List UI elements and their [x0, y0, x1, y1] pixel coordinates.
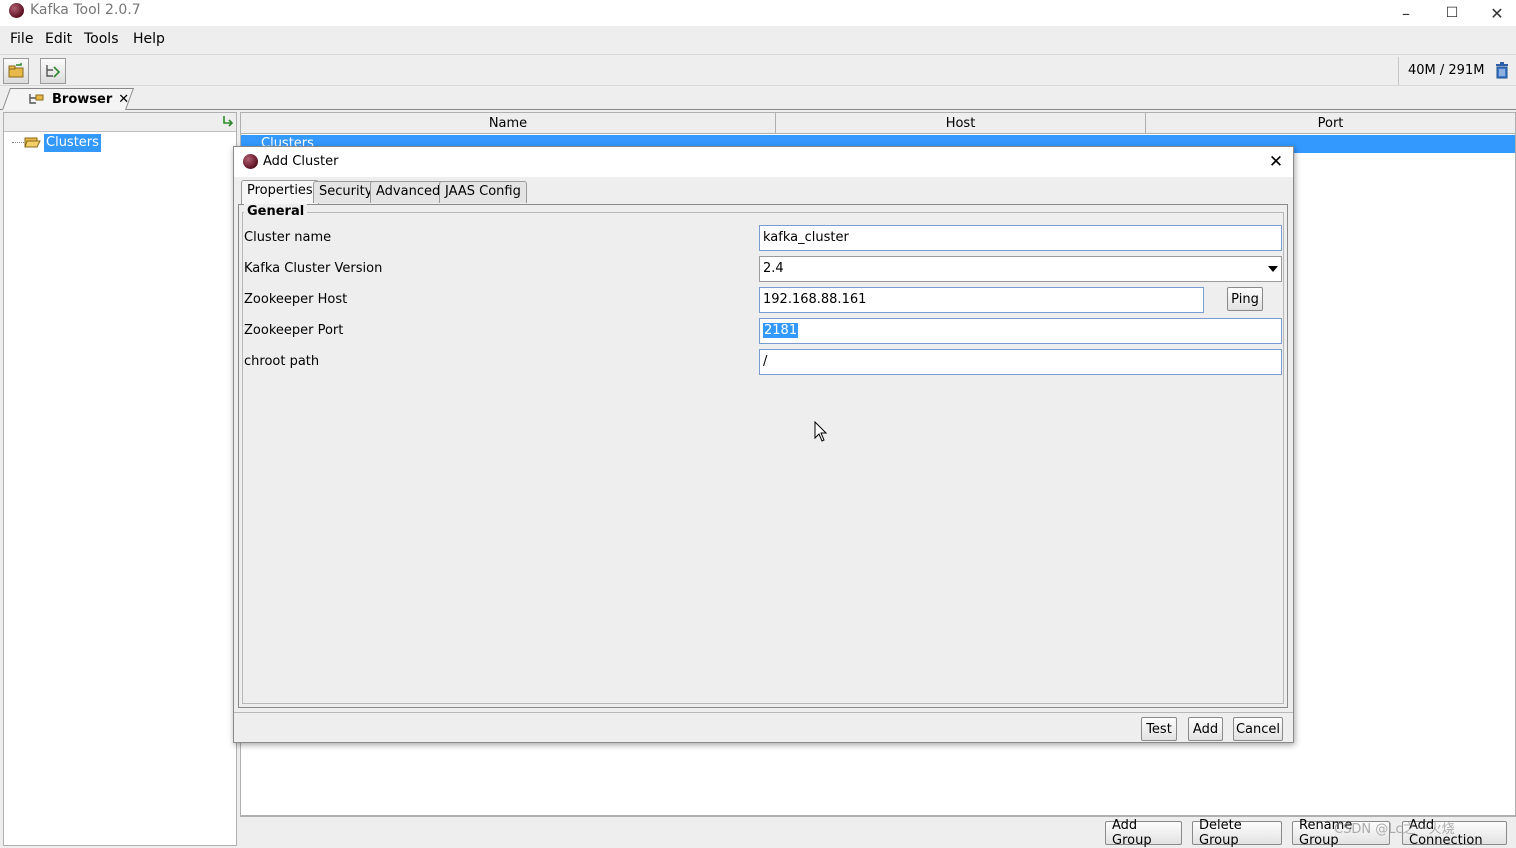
window-title: Kafka Tool 2.0.7	[30, 2, 141, 18]
tab-properties[interactable]: Properties	[241, 180, 319, 204]
document-tabstrip	[0, 86, 1516, 110]
dialog-title-bar: Add Cluster ✕	[234, 147, 1293, 177]
chroot-path-label: chroot path	[244, 354, 320, 369]
dialog-close-button[interactable]: ✕	[1264, 151, 1288, 173]
zookeeper-port-input[interactable]: 2181	[759, 318, 1282, 344]
zookeeper-port-value: 2181	[763, 323, 799, 338]
menu-help[interactable]: Help	[133, 31, 165, 47]
test-button[interactable]: Test	[1141, 717, 1177, 741]
general-group	[242, 212, 1284, 704]
connect-button[interactable]	[3, 58, 29, 84]
dialog-app-icon	[243, 154, 258, 169]
tree-icon	[46, 65, 61, 78]
mouse-cursor-icon	[814, 421, 828, 442]
tree-refresh-button[interactable]	[40, 58, 66, 84]
toolbar: 40M / 291M	[0, 54, 1516, 86]
chevron-down-icon	[1268, 266, 1278, 272]
tab-close-icon[interactable]: ✕	[118, 92, 129, 107]
tree-connector	[12, 142, 24, 143]
general-section-title: General	[244, 204, 308, 219]
add-button[interactable]: Add	[1188, 717, 1223, 741]
kafka-version-select[interactable]: 2.4	[759, 256, 1282, 282]
zookeeper-host-input[interactable]: 192.168.88.161	[759, 287, 1204, 313]
bottom-action-bar: Add Group Delete Group Rename Group Add …	[240, 816, 1516, 848]
ping-button[interactable]: Ping	[1227, 287, 1263, 311]
add-cluster-dialog: Add Cluster ✕ Properties Security Advanc…	[233, 146, 1294, 743]
watermark: CSDN @Lc之一火烧	[1334, 822, 1455, 837]
tree-node-clusters[interactable]: Clusters	[44, 134, 101, 152]
cluster-name-label: Cluster name	[244, 230, 332, 245]
memory-usage: 40M / 291M	[1408, 63, 1485, 78]
tab-browser[interactable]: Browser ✕	[28, 89, 129, 109]
title-bar: Kafka Tool 2.0.7 – ☐ ✕	[0, 0, 1516, 26]
garbage-collect-icon[interactable]	[1495, 62, 1509, 79]
tree-header	[4, 113, 236, 132]
column-header-host[interactable]: Host	[776, 113, 1146, 134]
dialog-title: Add Cluster	[263, 154, 339, 169]
menu-bar: File Edit Tools Help	[0, 26, 1516, 54]
dialog-footer: Test Add Cancel	[234, 712, 1293, 742]
chroot-path-input[interactable]: /	[759, 349, 1282, 375]
minimize-button[interactable]: –	[1383, 0, 1429, 26]
connect-folder-icon	[8, 63, 24, 78]
menu-file[interactable]: File	[10, 31, 33, 47]
kafka-version-value: 2.4	[763, 261, 784, 276]
column-header-port[interactable]: Port	[1146, 113, 1515, 134]
tree-nav-arrow-icon[interactable]	[222, 115, 234, 129]
memory-indicator: 40M / 291M	[1398, 57, 1516, 85]
tab-advanced[interactable]: Advanced	[370, 181, 447, 203]
folder-open-icon	[24, 137, 41, 148]
zookeeper-host-label: Zookeeper Host	[244, 292, 348, 307]
maximize-button[interactable]: ☐	[1429, 0, 1475, 26]
add-group-button[interactable]: Add Group	[1105, 818, 1182, 848]
cluster-name-input[interactable]: kafka_cluster	[759, 225, 1282, 251]
tab-jaas-config[interactable]: JAAS Config	[439, 181, 527, 203]
browser-tree-icon	[29, 94, 44, 104]
close-window-button[interactable]: ✕	[1474, 0, 1516, 26]
tab-security[interactable]: Security	[313, 181, 379, 203]
cancel-button[interactable]: Cancel	[1233, 717, 1283, 741]
zookeeper-port-label: Zookeeper Port	[244, 323, 344, 338]
app-logo-icon	[9, 3, 24, 18]
tab-browser-label: Browser	[52, 91, 113, 107]
cluster-tree: Clusters	[3, 112, 237, 846]
menu-tools[interactable]: Tools	[84, 31, 119, 47]
column-header-name[interactable]: Name	[241, 113, 776, 134]
kafka-version-label: Kafka Cluster Version	[244, 261, 383, 276]
menu-edit[interactable]: Edit	[45, 31, 72, 47]
delete-group-button[interactable]: Delete Group	[1192, 818, 1282, 848]
